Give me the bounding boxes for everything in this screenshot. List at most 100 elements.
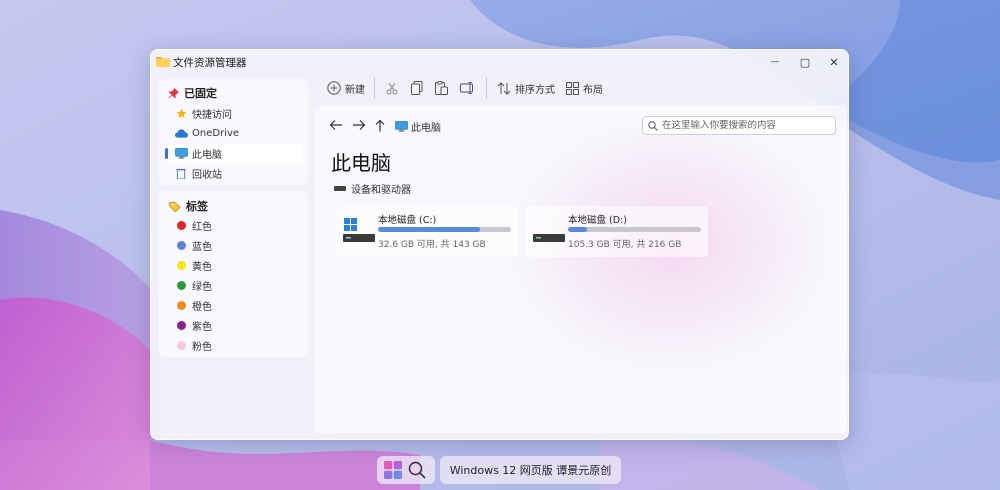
paste-button[interactable] [435, 78, 448, 98]
sidebar-tag-blue[interactable]: 蓝色 [165, 236, 302, 255]
sidebar-item-onedrive[interactable]: OneDrive [165, 124, 302, 143]
tag-label: 绿色 [192, 282, 212, 293]
up-button[interactable] [375, 119, 385, 136]
close-button[interactable]: ✕ [819, 50, 848, 74]
layout-button-label: 布局 [583, 84, 603, 96]
sidebar-tag-red[interactable]: 红色 [165, 216, 302, 235]
sidebar-item-label: 此电脑 [192, 150, 222, 161]
minimize-button[interactable]: — [760, 50, 790, 74]
cut-button[interactable] [386, 78, 398, 98]
monitor-icon [174, 148, 188, 160]
recycle-bin-icon [174, 168, 188, 180]
drive-usage-fill [568, 227, 587, 232]
search-icon[interactable] [408, 461, 426, 479]
hard-drive-icon [533, 234, 565, 242]
sort-button[interactable]: 排序方式 [497, 78, 555, 98]
drive-info: 32.6 GB 可用, 共 143 GB [378, 240, 486, 250]
tag-label: 粉色 [192, 342, 212, 353]
monitor-icon [395, 121, 408, 132]
drive-info: 105.3 GB 可用, 共 216 GB [568, 240, 682, 250]
tags-header: 标签 [168, 198, 208, 214]
add-icon [327, 81, 341, 95]
sidebar-item-this-pc[interactable]: 此电脑 [165, 144, 302, 163]
sort-icon [497, 81, 511, 95]
search-box[interactable] [642, 116, 836, 135]
taskbar-app-label[interactable]: Windows 12 网页版 谭景元原创 [440, 456, 621, 484]
sidebar-tag-yellow[interactable]: 黄色 [165, 256, 302, 275]
layout-button[interactable]: 布局 [566, 78, 603, 98]
pinned-header: 已固定 [168, 85, 217, 101]
tag-label: 紫色 [192, 322, 212, 333]
page-title: 此电脑 [331, 151, 391, 175]
windows-start-icon[interactable] [384, 461, 402, 479]
maximize-button[interactable]: ▢ [790, 50, 820, 74]
window-title: 文件资源管理器 [173, 57, 247, 69]
copy-icon [411, 81, 423, 95]
search-icon [648, 120, 658, 131]
grid-layout-icon [566, 81, 579, 95]
minimize-icon: — [770, 57, 780, 67]
arrow-right-icon [353, 120, 366, 130]
toolbar-separator [374, 77, 375, 99]
sidebar-tags-section: 标签 红色 蓝色 黄色 绿色 橙色 紫色 粉色 [159, 191, 308, 357]
sidebar-item-label: OneDrive [192, 128, 240, 139]
purple-tag-dot [176, 321, 186, 330]
sort-button-label: 排序方式 [515, 84, 555, 96]
breadcrumb[interactable]: 此电脑 [395, 119, 441, 134]
tag-label: 红色 [192, 222, 212, 233]
pink-tag-dot [176, 341, 186, 350]
toolbar-separator [486, 77, 487, 99]
sidebar-tag-pink[interactable]: 粉色 [165, 336, 302, 355]
pin-icon [168, 87, 179, 99]
title-bar[interactable]: 文件资源管理器 — ▢ ✕ [151, 50, 848, 74]
sidebar-tag-green[interactable]: 绿色 [165, 276, 302, 295]
drive-usage-bar [378, 227, 511, 232]
star-icon [174, 108, 188, 120]
orange-tag-dot [176, 301, 186, 310]
scissors-icon [386, 82, 398, 94]
green-tag-dot [176, 281, 186, 290]
forward-button[interactable] [352, 119, 366, 135]
tag-label: 橙色 [192, 302, 212, 313]
taskbar-start-group [377, 456, 435, 484]
red-tag-dot [176, 221, 186, 230]
maximize-icon: ▢ [799, 55, 811, 69]
system-drive-icon [343, 218, 375, 242]
tags-header-label: 标签 [186, 200, 208, 213]
section-title[interactable]: 设备和驱动器 [334, 181, 411, 196]
search-input[interactable] [662, 120, 832, 131]
folder-icon [156, 57, 170, 67]
sidebar-item-label: 回收站 [192, 170, 222, 181]
tag-label: 蓝色 [192, 242, 212, 253]
drive-usage-bar [568, 227, 701, 232]
cloud-icon [174, 128, 188, 140]
rename-icon [460, 82, 473, 94]
tag-icon [168, 201, 181, 212]
yellow-tag-dot [176, 261, 186, 270]
back-button[interactable] [329, 119, 343, 135]
section-title-label: 设备和驱动器 [351, 185, 411, 196]
sidebar-tag-orange[interactable]: 橙色 [165, 296, 302, 315]
new-button[interactable]: 新建 [327, 78, 365, 98]
arrow-left-icon [329, 120, 342, 130]
paste-icon [435, 81, 448, 95]
drive-small-icon [334, 186, 346, 191]
copy-button[interactable] [411, 78, 423, 98]
sidebar-item-recycle-bin[interactable]: 回收站 [165, 164, 302, 183]
drive-c[interactable]: 本地磁盘 (C:) 32.6 GB 可用, 共 143 GB [335, 206, 518, 257]
close-icon: ✕ [829, 55, 839, 69]
sidebar-item-label: 快捷访问 [192, 110, 232, 121]
pinned-header-label: 已固定 [184, 87, 217, 100]
drive-d[interactable]: 本地磁盘 (D:) 105.3 GB 可用, 共 216 GB [525, 206, 708, 257]
drive-name: 本地磁盘 (C:) [378, 215, 437, 226]
breadcrumb-label: 此电脑 [411, 123, 441, 134]
drive-usage-fill [378, 227, 481, 232]
tag-label: 黄色 [192, 262, 212, 273]
file-explorer-window: 文件资源管理器 — ▢ ✕ 已固定 快捷访问 OneDrive 此电脑 回收站 … [150, 49, 849, 440]
sidebar-tag-purple[interactable]: 紫色 [165, 316, 302, 335]
taskbar-label-text: Windows 12 网页版 谭景元原创 [449, 464, 612, 477]
sidebar-pinned-section: 已固定 快捷访问 OneDrive 此电脑 回收站 [159, 79, 308, 185]
content-pane: 此电脑 此电脑 设备和驱动器 本地磁盘 (C:) [315, 105, 847, 434]
sidebar-item-quick-access[interactable]: 快捷访问 [165, 104, 302, 123]
rename-button[interactable] [460, 78, 475, 98]
